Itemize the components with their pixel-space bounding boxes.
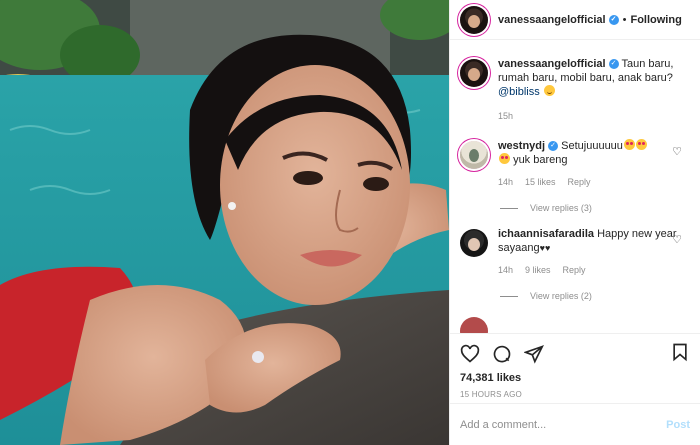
instagram-post: vanessaangelofficial ✓ • Following vaness… [0,0,700,445]
heart-eyes-emoji-icon [635,139,647,150]
verified-badge-icon: ✓ [608,59,619,70]
header-separator: • [622,13,627,26]
view-replies-label[interactable]: View replies (3) [530,203,592,213]
add-comment-bar: Post [450,403,700,445]
caption-username[interactable]: vanessaangelofficial [498,58,606,70]
comment-item: westnydj ✓ Setujuuuuuu yuk bareng 14h 15 … [460,139,690,189]
pool-selfie-image [0,0,449,445]
comment-like-heart-icon[interactable]: ♡ [672,145,682,158]
comment-username[interactable]: ichaannisafaradila [498,228,594,240]
comment-input[interactable] [460,418,667,431]
bookmark-icon[interactable] [670,342,690,362]
post-photo[interactable] [0,0,449,445]
comment-username[interactable]: westnydj [498,140,545,152]
heart-eyes-emoji-icon [499,153,510,164]
grinning-emoji-icon [543,85,555,96]
comment-like-heart-icon[interactable]: ♡ [672,233,682,246]
post-header: vanessaangelofficial ✓ • Following [450,0,700,40]
post-side-panel: vanessaangelofficial ✓ • Following vaness… [449,0,700,445]
post-actions: 74,381 likes 15 HOURS AGO [450,333,700,403]
commenter-avatar[interactable] [460,317,488,333]
divider [500,295,518,297]
verified-badge-icon: ✓ [548,141,559,152]
comment-time[interactable]: 14h [498,263,513,277]
following-button[interactable]: Following [630,14,681,26]
comments-list[interactable]: vanessaangelofficial ✓ Taun baru, rumah b… [450,40,700,333]
comment-likes[interactable]: 15 likes [525,175,556,189]
posted-time[interactable]: 15 HOURS AGO [460,390,690,399]
caption-mention[interactable]: @bibliss [498,86,540,98]
comment-item: ichaannisafaradila Happy new year sayaan… [460,227,690,277]
reply-button[interactable]: Reply [563,263,586,277]
caption: vanessaangelofficial ✓ Taun baru, rumah b… [460,57,690,123]
heart-icon[interactable] [460,344,480,364]
likes-count[interactable]: 74,381 likes [460,372,690,384]
author-username-text[interactable]: vanessaangelofficial [498,14,606,26]
comment-text-line2: yuk bareng [513,154,568,166]
share-icon[interactable] [524,344,544,364]
comment-hearts: ♥♥ [539,243,551,253]
reply-button[interactable]: Reply [568,175,591,189]
post-comment-button[interactable]: Post [666,419,690,431]
view-replies-button[interactable]: View replies (2) [500,291,690,301]
commenter-avatar[interactable] [460,141,488,169]
verified-badge-icon: ✓ [608,14,619,25]
author-avatar[interactable] [460,5,488,34]
divider [500,207,518,209]
view-replies-button[interactable]: View replies (3) [500,203,690,213]
heart-eyes-emoji-icon [623,139,635,150]
comment-likes[interactable]: 9 likes [525,263,551,277]
comment-text: Setujuuuuuu [561,140,623,152]
caption-time[interactable]: 15h [498,109,513,123]
caption-avatar[interactable] [460,59,488,87]
comment-time[interactable]: 14h [498,175,513,189]
author-username[interactable]: vanessaangelofficial ✓ [498,14,619,26]
commenter-avatar[interactable] [460,229,488,257]
view-replies-label[interactable]: View replies (2) [530,291,592,301]
comment-item-partial [460,315,690,333]
comment-icon[interactable] [492,344,512,364]
